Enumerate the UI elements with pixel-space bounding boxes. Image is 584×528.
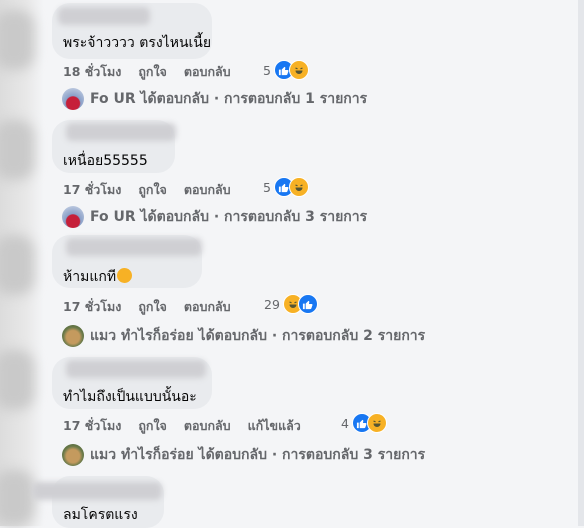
reaction-summary[interactable]: 29 <box>264 294 318 314</box>
reaction-count: 5 <box>263 179 271 195</box>
reaction-summary[interactable]: 5 <box>263 60 309 80</box>
comment-actions: 17 ชั่วโมง ถูกใจ ตอบกลับ <box>63 180 248 200</box>
like-button[interactable]: ถูกใจ <box>138 64 167 79</box>
comment-time[interactable]: 18 ชั่วโมง <box>63 64 121 79</box>
laughing-emoji-icon <box>117 268 133 283</box>
like-icon <box>297 294 318 314</box>
view-replies-link[interactable]: Fo UR ได้ตอบกลับ · การตอบกลับ 3 รายการ <box>62 206 367 228</box>
reaction-count: 4 <box>341 415 349 431</box>
comment-time[interactable]: 17 ชั่วโมง <box>63 182 121 197</box>
haha-icon <box>366 413 387 433</box>
comment-time[interactable]: 17 ชั่วโมง <box>63 299 121 314</box>
red-figure-avatar <box>62 206 84 228</box>
reaction-summary[interactable]: 5 <box>263 177 309 197</box>
reply-author: Fo UR <box>90 91 136 107</box>
comment-actions: 17 ชั่วโมง ถูกใจ ตอบกลับ แก้ไขแล้ว <box>63 416 318 436</box>
view-replies-link[interactable]: แมว ทำไรก็อร่อย ได้ตอบกลับ · การตอบกลับ … <box>62 325 425 347</box>
haha-icon <box>288 177 309 197</box>
comment-text: เหนื่อย55555 <box>63 153 148 169</box>
reaction-summary[interactable]: 4 <box>341 413 387 433</box>
reply-button[interactable]: ตอบกลับ <box>184 418 231 433</box>
view-replies-link[interactable]: แมว ทำไรก็อร่อย ได้ตอบกลับ · การตอบกลับ … <box>62 444 425 466</box>
edited-label[interactable]: แก้ไขแล้ว <box>248 418 301 433</box>
reply-button[interactable]: ตอบกลับ <box>184 182 231 197</box>
haha-icon <box>288 60 309 80</box>
left-blurred-avatars <box>0 0 44 526</box>
reply-count-text: ได้ตอบกลับ · การตอบกลับ 3 รายการ <box>198 447 426 463</box>
cat-avatar <box>62 444 84 466</box>
reply-author: แมว ทำไรก็อร่อย <box>90 328 194 344</box>
blurred-author-name[interactable] <box>32 482 162 500</box>
reply-author: แมว ทำไรก็อร่อย <box>90 447 194 463</box>
red-figure-avatar <box>62 88 84 110</box>
blurred-author-name[interactable] <box>58 7 150 25</box>
reply-author: Fo UR <box>90 209 136 225</box>
reply-count-text: ได้ตอบกลับ · การตอบกลับ 1 รายการ <box>140 91 368 107</box>
comment-actions: 17 ชั่วโมง ถูกใจ ตอบกลับ <box>63 297 248 317</box>
comment-time[interactable]: 17 ชั่วโมง <box>63 418 121 433</box>
reply-button[interactable]: ตอบกลับ <box>184 299 231 314</box>
like-button[interactable]: ถูกใจ <box>138 299 167 314</box>
cat-avatar <box>62 325 84 347</box>
like-button[interactable]: ถูกใจ <box>138 418 167 433</box>
blurred-author-name[interactable] <box>66 238 202 256</box>
view-replies-link[interactable]: Fo UR ได้ตอบกลับ · การตอบกลับ 1 รายการ <box>62 88 367 110</box>
like-button[interactable]: ถูกใจ <box>138 182 167 197</box>
comment-text: ทำไมถึงเป็นแบบนั้นอะ <box>63 389 197 405</box>
reaction-count: 5 <box>263 62 271 78</box>
comment-text: ห้ามแกที <box>63 266 133 288</box>
blurred-author-name[interactable] <box>66 360 206 378</box>
comment-actions: 18 ชั่วโมง ถูกใจ ตอบกลับ <box>63 62 248 82</box>
comment-text: พระจ้าวววว ตรงไหนเนี้ย <box>63 35 212 51</box>
blurred-author-name[interactable] <box>66 123 176 141</box>
reply-count-text: ได้ตอบกลับ · การตอบกลับ 2 รายการ <box>198 328 426 344</box>
comment-text: ลมโครตแรง <box>63 507 138 523</box>
scrollbar-track[interactable] <box>578 0 584 526</box>
reaction-count: 29 <box>264 296 280 312</box>
reply-count-text: ได้ตอบกลับ · การตอบกลับ 3 รายการ <box>140 209 368 225</box>
reply-button[interactable]: ตอบกลับ <box>184 64 231 79</box>
